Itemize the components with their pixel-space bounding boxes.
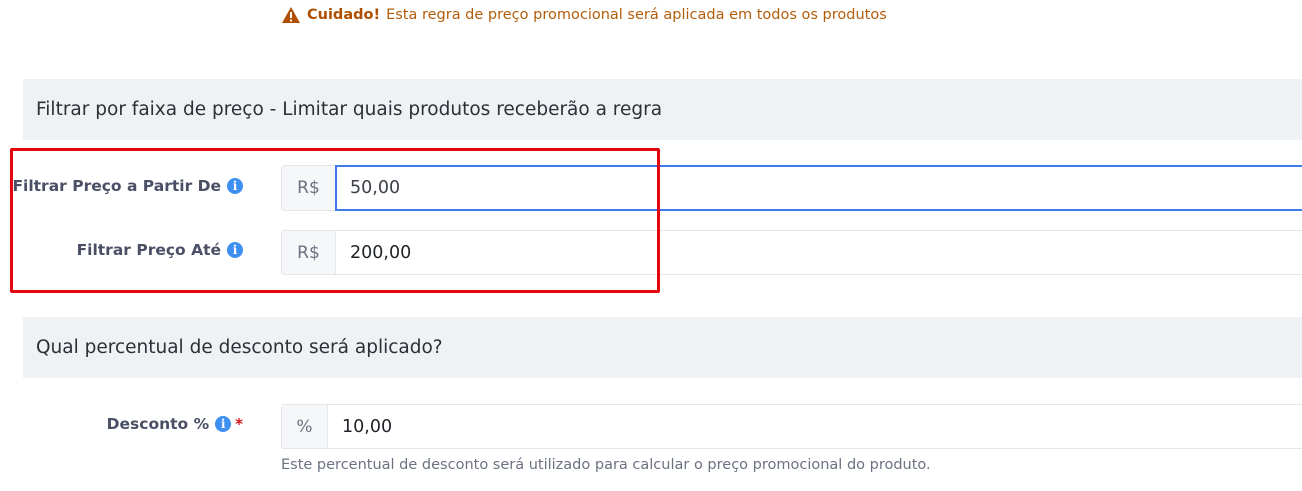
warning-notice: Cuidado! Esta regra de preço promocional…: [281, 6, 887, 24]
info-icon[interactable]: i: [227, 178, 243, 194]
discount-help-text: Este percentual de desconto será utiliza…: [281, 457, 931, 473]
warning-message: Esta regra de preço promocional será apl…: [386, 7, 887, 23]
price-to-label-row: Filtrar Preço Até i: [77, 240, 243, 260]
currency-prefix: R$: [281, 165, 335, 211]
discount-section-title: Qual percentual de desconto será aplicad…: [36, 337, 443, 358]
discount-label: Desconto %: [106, 415, 210, 433]
discount-input-group: % 10,00: [281, 404, 1302, 449]
warning-icon: [282, 7, 300, 23]
info-icon[interactable]: i: [215, 416, 232, 432]
price-from-label-row: Filtrar Preço a Partir De i: [12, 176, 243, 196]
price-filter-section-header: Filtrar por faixa de preço - Limitar qua…: [23, 79, 1302, 140]
warning-title: Cuidado!: [307, 7, 381, 23]
price-to-input[interactable]: 200,00: [335, 230, 1302, 275]
discount-input[interactable]: 10,00: [327, 404, 1302, 449]
price-filter-section-title: Filtrar por faixa de preço - Limitar qua…: [36, 99, 663, 120]
price-from-input[interactable]: 50,00: [335, 165, 1302, 211]
price-from-label: Filtrar Preço a Partir De: [12, 177, 221, 195]
discount-section-header: Qual percentual de desconto será aplicad…: [23, 317, 1302, 378]
price-to-input-group: R$ 200,00: [281, 230, 1302, 275]
required-marker: *: [235, 415, 243, 433]
price-from-input-group: R$ 50,00: [281, 165, 1302, 211]
percent-prefix: %: [281, 404, 327, 449]
info-icon[interactable]: i: [227, 242, 243, 258]
price-to-label: Filtrar Preço Até: [76, 241, 221, 259]
discount-label-row: Desconto % i *: [107, 414, 243, 434]
currency-prefix: R$: [281, 230, 335, 275]
